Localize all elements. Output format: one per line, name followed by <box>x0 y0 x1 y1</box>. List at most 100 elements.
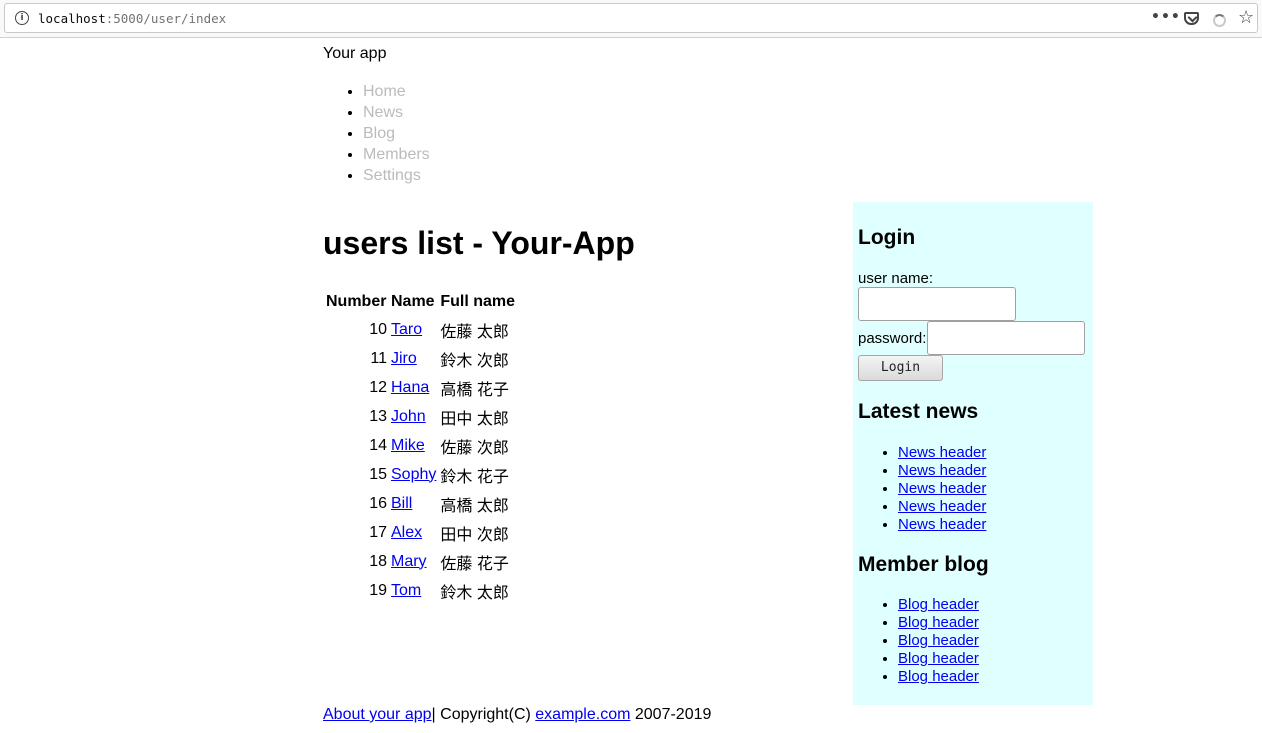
blog-link[interactable]: Blog header <box>898 596 979 613</box>
nav-item-members[interactable]: Members <box>363 144 430 165</box>
user-name-link[interactable]: Bill <box>391 495 412 512</box>
blog-list: Blog header Blog header Blog header Blog… <box>858 596 979 686</box>
user-name-cell: Alex <box>390 519 437 546</box>
column-header-full-name: Full name <box>440 293 516 310</box>
list-item: Blog header <box>898 614 979 632</box>
page-title: users list - Your-App <box>323 225 635 261</box>
user-full-name: 佐藤 太郎 <box>440 323 509 341</box>
user-number: 17 <box>369 523 387 541</box>
table-row: 13 John 田中 太郎 <box>325 403 516 430</box>
pocket-icon[interactable] <box>1184 12 1199 25</box>
copyright-text: | Copyright(C) <box>431 706 536 723</box>
password-input[interactable] <box>927 321 1085 355</box>
list-item: Blog header <box>898 668 979 686</box>
nav-item-blog[interactable]: Blog <box>363 123 430 144</box>
user-number: 16 <box>369 494 387 512</box>
users-table: Number Name Full name 10 Taro 佐藤 太郎 11 Jiro 鈴… <box>323 288 518 606</box>
site-title: Your app <box>323 45 387 62</box>
user-name-link[interactable]: Taro <box>391 321 422 338</box>
sidebar: Login user name: password: Login Latest … <box>853 202 1093 705</box>
user-name-link[interactable]: Mary <box>391 553 427 570</box>
user-name-link[interactable]: Tom <box>391 582 421 599</box>
blog-link[interactable]: Blog header <box>898 632 979 649</box>
about-link[interactable]: About your app <box>323 706 432 723</box>
user-full-name: 鈴木 次郎 <box>440 352 509 370</box>
table-header-row: Number Name Full name <box>325 290 516 314</box>
user-name-cell: Jiro <box>390 345 437 372</box>
user-name-cell: Mary <box>390 548 437 575</box>
blog-link[interactable]: Blog header <box>898 650 979 667</box>
main-nav: Home News Blog Members Settings <box>323 81 430 186</box>
blog-link[interactable]: Blog header <box>898 614 979 631</box>
nav-item-settings[interactable]: Settings <box>363 165 430 186</box>
username-input[interactable] <box>858 287 1016 321</box>
column-header-name: Name <box>391 293 435 310</box>
user-name-cell: John <box>390 403 437 430</box>
copyright-years: 2007-2019 <box>630 706 712 723</box>
user-full-name: 高橋 花子 <box>440 381 509 399</box>
list-item: Blog header <box>898 650 979 668</box>
user-name-link[interactable]: Hana <box>391 379 429 396</box>
footer: About your app| Copyright(C) example.com… <box>323 706 711 724</box>
user-full-name: 鈴木 花子 <box>440 468 509 486</box>
list-item: Blog header <box>898 596 979 614</box>
more-actions-icon[interactable]: ••• <box>1151 9 1181 25</box>
user-name-link[interactable]: John <box>391 408 426 425</box>
list-item: News header <box>898 480 986 498</box>
table-row: 11 Jiro 鈴木 次郎 <box>325 345 516 372</box>
table-row: 17 Alex 田中 次郎 <box>325 519 516 546</box>
table-row: 10 Taro 佐藤 太郎 <box>325 316 516 343</box>
user-full-name: 高橋 太郎 <box>440 497 509 515</box>
user-number: 14 <box>369 436 387 454</box>
news-link[interactable]: News header <box>898 444 986 461</box>
user-name-link[interactable]: Alex <box>391 524 422 541</box>
address-bar[interactable]: i localhost:5000/user/index ••• ☆ <box>4 3 1258 33</box>
blog-link[interactable]: Blog header <box>898 668 979 685</box>
list-item: News header <box>898 498 986 516</box>
user-name-cell: Bill <box>390 490 437 517</box>
user-name-cell: Mike <box>390 432 437 459</box>
table-row: 18 Mary 佐藤 花子 <box>325 548 516 575</box>
user-name-cell: Sophy <box>390 461 437 488</box>
user-full-name: 佐藤 次郎 <box>440 439 509 457</box>
table-row: 19 Tom 鈴木 太郎 <box>325 577 516 604</box>
news-list: News header News header News header News… <box>858 444 986 534</box>
user-full-name: 田中 太郎 <box>440 410 509 428</box>
site-link[interactable]: example.com <box>535 706 630 723</box>
list-item: News header <box>898 444 986 462</box>
list-item: News header <box>898 516 986 534</box>
user-full-name: 田中 次郎 <box>440 526 509 544</box>
news-link[interactable]: News header <box>898 498 986 515</box>
password-label: password: <box>858 330 927 347</box>
table-row: 14 Mike 佐藤 次郎 <box>325 432 516 459</box>
user-number: 15 <box>369 465 387 483</box>
login-button[interactable]: Login <box>858 355 943 381</box>
news-link[interactable]: News header <box>898 462 986 479</box>
username-label: user name: <box>858 270 934 287</box>
url-text[interactable]: localhost:5000/user/index <box>38 11 226 26</box>
news-link[interactable]: News header <box>898 480 986 497</box>
table-row: 15 Sophy 鈴木 花子 <box>325 461 516 488</box>
user-number: 11 <box>370 349 387 367</box>
user-full-name: 鈴木 太郎 <box>440 584 509 602</box>
user-name-link[interactable]: Sophy <box>391 466 436 483</box>
user-number: 18 <box>369 552 387 570</box>
loading-icon <box>1213 14 1226 27</box>
nav-item-home[interactable]: Home <box>363 81 430 102</box>
login-heading: Login <box>858 226 916 249</box>
list-item: News header <box>898 462 986 480</box>
table-row: 16 Bill 高橋 太郎 <box>325 490 516 517</box>
latest-news-heading: Latest news <box>858 400 979 423</box>
nav-item-news[interactable]: News <box>363 102 430 123</box>
news-link[interactable]: News header <box>898 516 986 533</box>
user-name-cell: Hana <box>390 374 437 401</box>
browser-toolbar: i localhost:5000/user/index ••• ☆ <box>0 0 1262 38</box>
user-full-name: 佐藤 花子 <box>440 555 509 573</box>
bookmark-star-icon[interactable]: ☆ <box>1238 7 1254 28</box>
user-number: 19 <box>369 581 387 599</box>
info-icon[interactable]: i <box>15 11 29 25</box>
table-row: 12 Hana 高橋 花子 <box>325 374 516 401</box>
user-name-link[interactable]: Jiro <box>391 350 417 367</box>
user-name-link[interactable]: Mike <box>391 437 425 454</box>
user-name-cell: Tom <box>390 577 437 604</box>
